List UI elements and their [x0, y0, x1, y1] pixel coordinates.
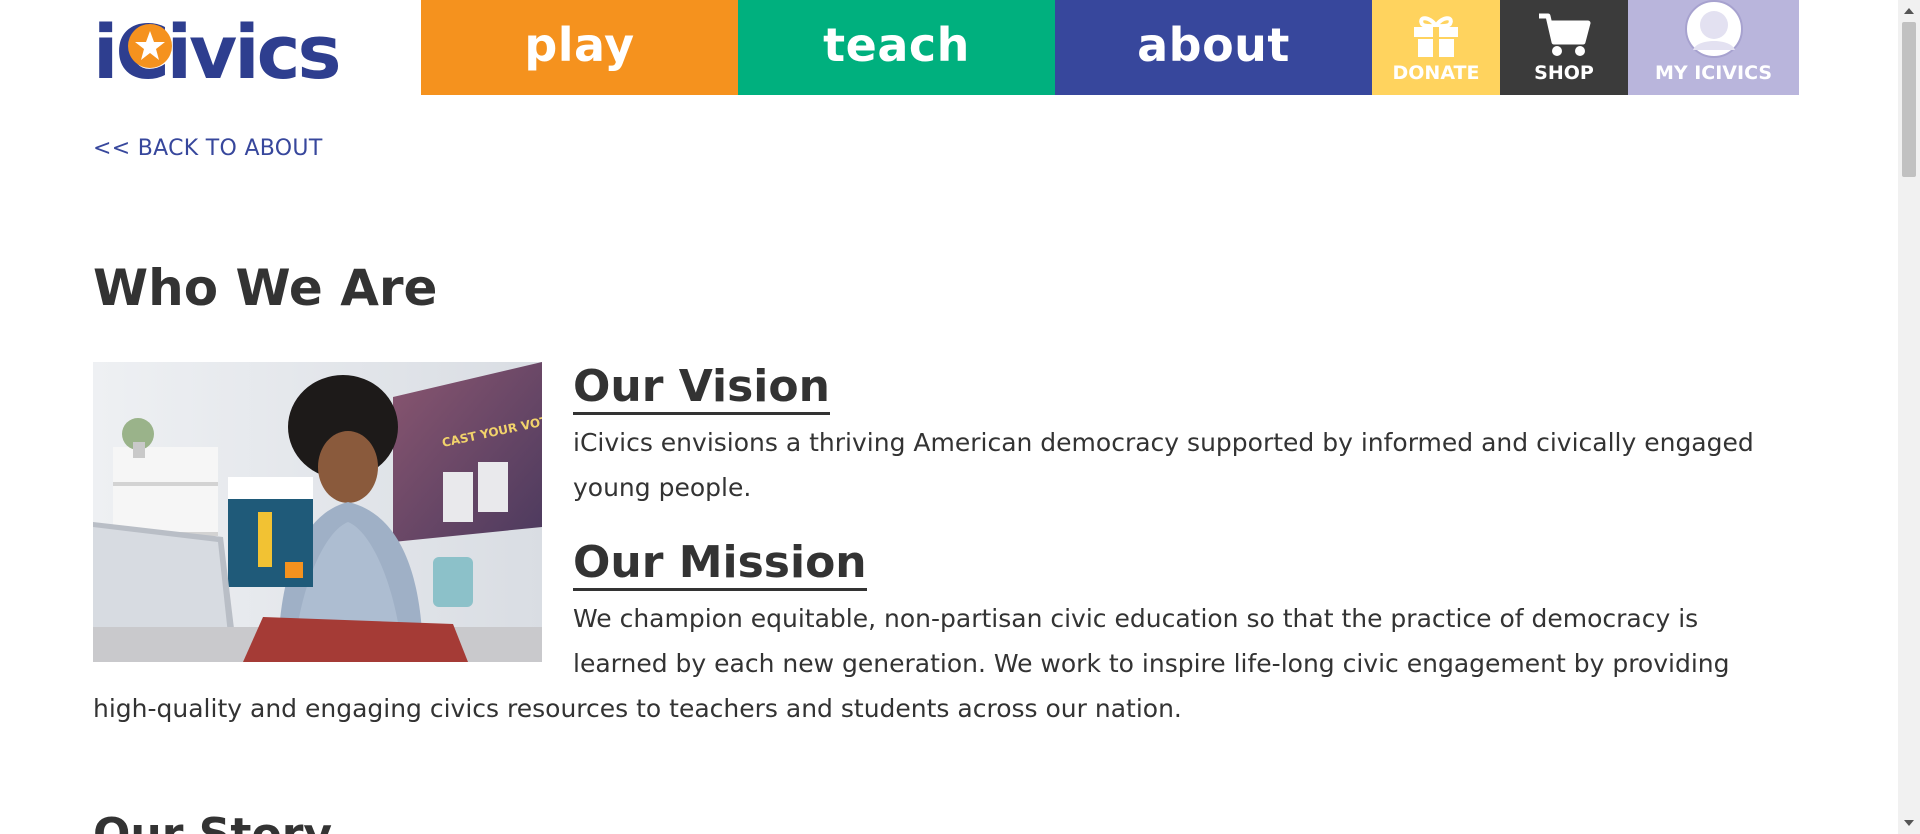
cart-icon [1539, 13, 1591, 56]
nav-my-icivics-label: MY ICIVICS [1654, 62, 1773, 84]
nav-donate[interactable]: DONATE [1372, 0, 1500, 95]
page-title: Who We Are [93, 259, 438, 317]
nav-shop-label: SHOP [1534, 62, 1594, 84]
hero-image: CAST YOUR VOTE [93, 362, 542, 662]
scroll-up-arrow-icon[interactable] [1904, 8, 1914, 14]
nav-shop[interactable]: SHOP [1500, 0, 1628, 95]
scroll-down-arrow-icon[interactable] [1904, 820, 1914, 826]
scroll-thumb[interactable] [1902, 22, 1916, 177]
story-heading: Our Story [93, 810, 332, 834]
page: iCivics play teach about DONATE SHOP MY … [0, 0, 1920, 834]
about-content: CAST YOUR VOTE Our Vision iCivics envisi… [93, 361, 1761, 731]
nav-play[interactable]: play [421, 0, 738, 95]
main-nav: play teach about DONATE SHOP MY ICIVICS [421, 0, 1799, 95]
nav-donate-label: DONATE [1392, 62, 1480, 84]
icivics-logo[interactable]: iCivics [93, 16, 375, 90]
user-avatar-icon [1684, 0, 1743, 58]
nav-about[interactable]: about [1055, 0, 1372, 95]
scrollbar[interactable] [1898, 0, 1920, 834]
nav-teach[interactable]: teach [738, 0, 1055, 95]
nav-my-icivics[interactable]: MY ICIVICS [1628, 0, 1799, 95]
gift-icon [1414, 16, 1458, 57]
star-icon [128, 24, 172, 68]
back-to-about-link[interactable]: << BACK TO ABOUT [93, 136, 323, 161]
